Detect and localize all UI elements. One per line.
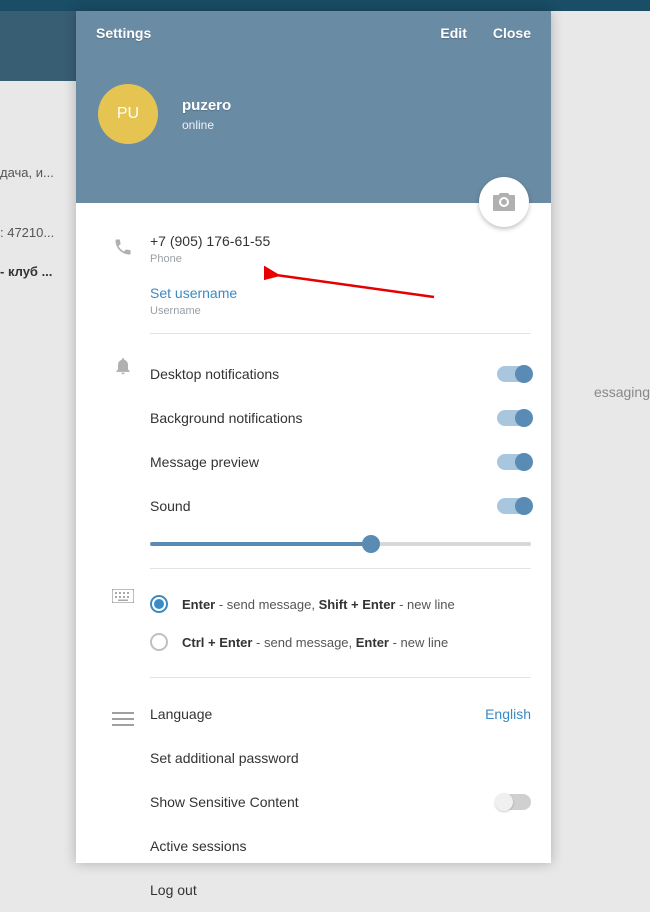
sensitive-content-row[interactable]: Show Sensitive Content [150, 780, 531, 824]
logout-label: Log out [150, 882, 531, 898]
user-status: online [182, 118, 231, 132]
camera-icon [493, 193, 515, 211]
sound-label: Sound [150, 498, 497, 514]
background-notifications-toggle[interactable] [497, 410, 531, 426]
app-sidebar-bg [0, 11, 76, 81]
desktop-notifications-toggle[interactable] [497, 366, 531, 382]
desktop-notifications-label: Desktop notifications [150, 366, 497, 382]
sound-row[interactable]: Sound [150, 484, 531, 528]
message-preview-label: Message preview [150, 454, 497, 470]
volume-slider-thumb[interactable] [362, 535, 380, 553]
sensitive-content-label: Show Sensitive Content [150, 794, 497, 810]
sound-toggle[interactable] [497, 498, 531, 514]
language-label: Language [150, 706, 485, 722]
radio-checked-icon [150, 595, 168, 613]
settings-panel: Settings Edit Close PU puzero online [76, 11, 551, 863]
logout-row[interactable]: Log out [150, 868, 531, 912]
photo-upload-button[interactable] [479, 177, 529, 227]
send-enter-option[interactable]: Enter - send message, Shift + Enter - ne… [150, 585, 531, 623]
menu-icon [112, 708, 134, 730]
additional-password-label: Set additional password [150, 750, 531, 766]
message-preview-row[interactable]: Message preview [150, 440, 531, 484]
language-value: English [485, 706, 531, 722]
username-label: Username [150, 305, 531, 317]
additional-password-row[interactable]: Set additional password [150, 736, 531, 780]
background-notifications-row[interactable]: Background notifications [150, 396, 531, 440]
bell-icon [113, 356, 133, 376]
sensitive-content-toggle[interactable] [497, 794, 531, 810]
send-enter-text: Enter - send message, Shift + Enter - ne… [182, 597, 455, 612]
user-name: puzero [182, 97, 231, 114]
message-preview-toggle[interactable] [497, 454, 531, 470]
phone-number[interactable]: +7 (905) 176-61-55 [150, 233, 531, 249]
settings-header: Settings Edit Close PU puzero online [76, 11, 551, 203]
language-row[interactable]: Language English [150, 692, 531, 736]
desktop-notifications-row[interactable]: Desktop notifications [150, 352, 531, 396]
bg-chat-snippet: дача, и... [0, 165, 54, 180]
volume-slider[interactable] [150, 542, 531, 546]
bg-chat-snippet: - клуб ... [0, 264, 52, 279]
phone-icon [113, 237, 133, 257]
edit-button[interactable]: Edit [440, 25, 466, 41]
bg-chat-snippet: : 47210... [0, 225, 54, 240]
active-sessions-row[interactable]: Active sessions [150, 824, 531, 868]
app-titlebar-bg [0, 0, 650, 11]
bg-text-fragment: essaging [594, 384, 650, 400]
set-username-link[interactable]: Set username [150, 285, 531, 301]
radio-unchecked-icon [150, 633, 168, 651]
avatar[interactable]: PU [98, 84, 158, 144]
close-button[interactable]: Close [493, 25, 531, 41]
keyboard-icon [112, 589, 134, 603]
background-notifications-label: Background notifications [150, 410, 497, 426]
phone-label: Phone [150, 253, 531, 265]
active-sessions-label: Active sessions [150, 838, 531, 854]
send-ctrl-enter-text: Ctrl + Enter - send message, Enter - new… [182, 635, 448, 650]
send-ctrl-enter-option[interactable]: Ctrl + Enter - send message, Enter - new… [150, 623, 531, 661]
settings-title: Settings [96, 25, 414, 41]
